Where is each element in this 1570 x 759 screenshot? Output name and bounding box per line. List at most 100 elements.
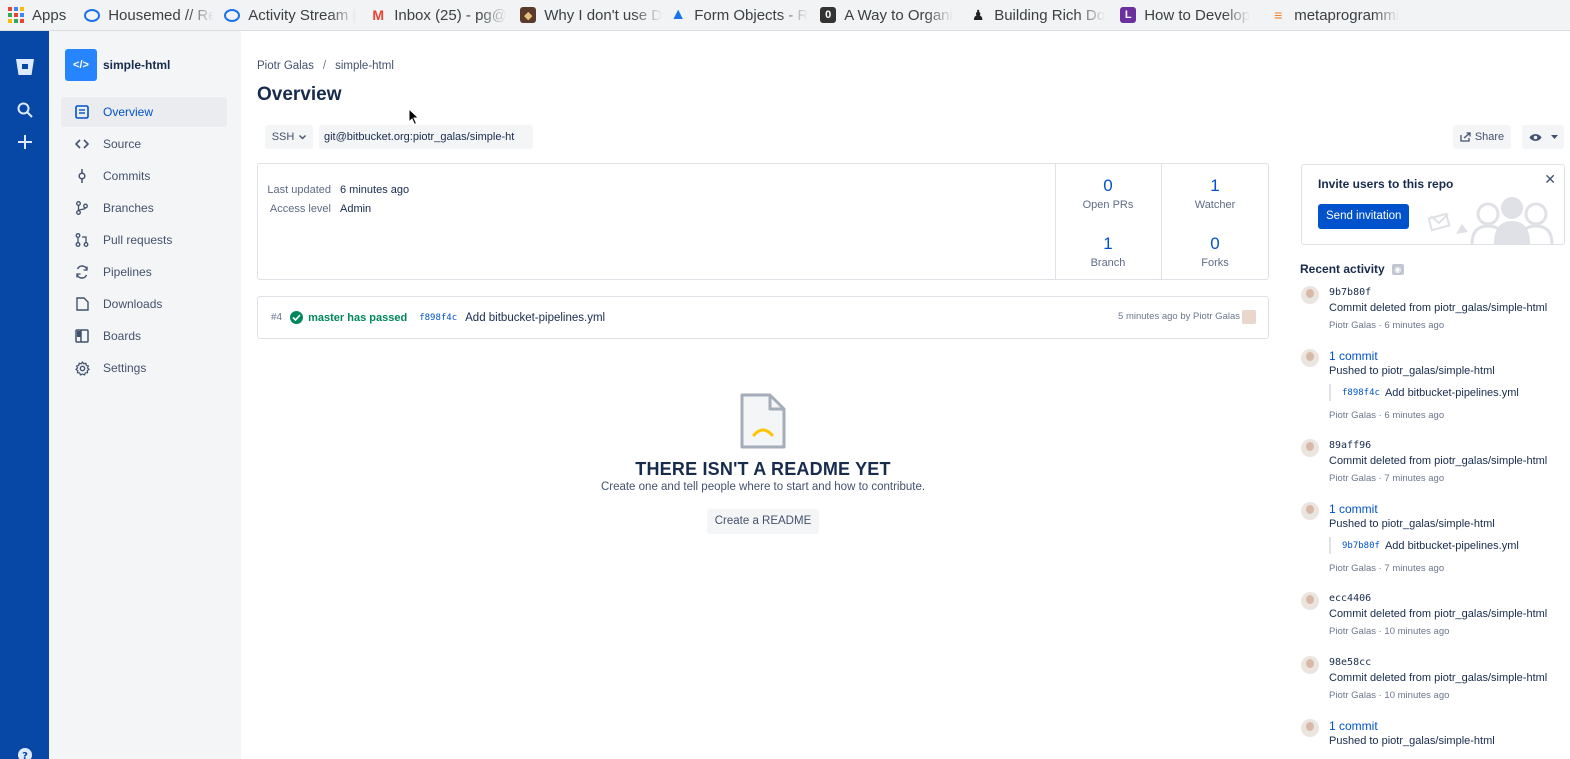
- bookmark-item[interactable]: Housemed // Ref: [74, 0, 222, 30]
- activity-description: Pushed to piotr_galas/simple-html: [1329, 735, 1495, 747]
- commit-message: Add bitbucket-pipelines.yml: [1384, 386, 1519, 399]
- search-button[interactable]: [0, 94, 49, 126]
- clone-protocol-select[interactable]: SSH: [265, 125, 313, 149]
- last-updated-row: Last updated 6 minutes ago: [258, 184, 409, 196]
- downloads-icon: [74, 296, 90, 312]
- people-illustration-icon: [1428, 197, 1554, 244]
- open-prs-count: 0: [1103, 176, 1113, 195]
- share-button[interactable]: Share: [1453, 125, 1511, 149]
- sidebar-item-branches[interactable]: Branches: [61, 193, 227, 223]
- sidebar-item-overview[interactable]: Overview: [61, 97, 227, 127]
- activity-commit-hash[interactable]: 89aff96: [1329, 440, 1371, 451]
- boards-icon: [74, 328, 90, 344]
- watchers-stat[interactable]: 1 Watcher: [1162, 176, 1268, 211]
- activity-meta: Piotr Galas · 10 minutes ago: [1329, 690, 1450, 701]
- forks-stat[interactable]: 0 Forks: [1162, 234, 1268, 269]
- breadcrumb-owner-link[interactable]: Piotr Galas: [257, 60, 314, 72]
- sidebar-item-label: Pull requests: [103, 233, 173, 247]
- sidebar-item-label: Boards: [103, 329, 142, 343]
- sidebar-item-label: Settings: [103, 361, 147, 375]
- activity-commits-link[interactable]: 1 commit: [1329, 502, 1378, 516]
- chevron-down-icon: [299, 134, 307, 139]
- bookmark-label: Why I don't use D: [544, 6, 663, 24]
- sidebar-item-boards[interactable]: Boards: [61, 321, 227, 351]
- commit-hash-link[interactable]: 9b7b80f: [1342, 541, 1380, 551]
- avatar: [1301, 656, 1319, 674]
- medium-icon: 0: [820, 7, 837, 23]
- svg-text:?: ?: [22, 751, 28, 759]
- apps-grid-icon: [8, 7, 24, 23]
- bookmark-item[interactable]: 0 A Way to Organi: [820, 0, 970, 30]
- avatar: [1301, 286, 1319, 304]
- create-readme-button[interactable]: Create a README: [706, 509, 820, 534]
- bookmark-label: A Way to Organi: [844, 6, 953, 24]
- last-updated-label: Last updated: [267, 184, 331, 196]
- commit-hash-link[interactable]: f898f4c: [419, 313, 457, 323]
- bookmark-label: Housemed // Ref: [108, 6, 215, 24]
- activity-commit-hash[interactable]: 9b7b80f: [1329, 287, 1371, 298]
- activity-commits-link[interactable]: 1 commit: [1329, 349, 1378, 363]
- activity-description: Pushed to piotr_galas/simple-html: [1329, 365, 1495, 377]
- recent-activity-header: Recent activity ◉: [1300, 262, 1404, 276]
- send-invitation-button[interactable]: Send invitation: [1318, 204, 1410, 229]
- sidebar-item-downloads[interactable]: Downloads: [61, 289, 227, 319]
- close-icon[interactable]: ✕: [1544, 171, 1556, 188]
- bookmark-item[interactable]: Activity Stream |: [222, 0, 370, 30]
- blog-icon: ♟: [971, 6, 985, 23]
- sidebar-item-pull-requests[interactable]: Pull requests: [61, 225, 227, 255]
- sidebar-item-pipelines[interactable]: Pipelines: [61, 257, 227, 287]
- access-level-value: Admin: [340, 203, 372, 215]
- repo-header[interactable]: </> simple-html: [65, 49, 170, 81]
- avatar: [1301, 719, 1319, 737]
- bookmark-apps[interactable]: Apps: [0, 0, 74, 30]
- commit-hash-link[interactable]: f898f4c: [1342, 388, 1380, 398]
- bookmark-label: metaprogrammi: [1294, 6, 1400, 24]
- branches-stat[interactable]: 1 Branch: [1055, 234, 1161, 269]
- repo-info-panel: Last updated 6 minutes ago Access level …: [257, 163, 1269, 280]
- activity-description: Commit deleted from piotr_galas/simple-h…: [1329, 455, 1548, 467]
- breadcrumb-repo-link[interactable]: simple-html: [335, 60, 394, 72]
- readme-empty-title: THERE ISN'T A README YET: [635, 459, 891, 479]
- last-updated-value: 6 minutes ago: [340, 184, 410, 196]
- watch-button[interactable]: [1522, 125, 1564, 149]
- bookmark-item[interactable]: ▲ Form Objects - R: [670, 0, 820, 30]
- repo-avatar: </>: [65, 49, 97, 81]
- bookmark-label: Apps: [32, 6, 67, 24]
- clone-url-input[interactable]: git@bitbucket.org:piotr_galas/simple-ht: [319, 125, 533, 149]
- activity-commit-hash[interactable]: ecc4406: [1329, 593, 1371, 604]
- pipeline-number[interactable]: #4: [271, 312, 282, 323]
- bitbucket-logo-button[interactable]: [0, 51, 49, 83]
- readme-empty-subtitle: Create one and tell people where to star…: [600, 481, 926, 493]
- form-objects-icon: ▲: [670, 6, 687, 23]
- avatar: [1301, 349, 1319, 367]
- forks-count: 0: [1210, 234, 1220, 253]
- bookmark-item[interactable]: L How to Develop: [1120, 0, 1270, 30]
- pipeline-meta: 5 minutes ago by Piotr Galas: [1118, 311, 1240, 322]
- sidebar-item-commits[interactable]: Commits: [61, 161, 227, 191]
- pipeline-status-row[interactable]: #4 master has passed f898f4c Add bitbuck…: [257, 296, 1269, 339]
- activity-commits-link[interactable]: 1 commit: [1329, 719, 1378, 733]
- bookmark-item[interactable]: ≡ metaprogrammi: [1270, 0, 1410, 30]
- open-prs-stat[interactable]: 0 Open PRs: [1055, 176, 1161, 211]
- watchers-label: Watcher: [1194, 199, 1236, 211]
- bookmark-item[interactable]: ◆ Why I don't use D: [520, 0, 670, 30]
- create-button[interactable]: [0, 126, 49, 158]
- rss-feed-icon[interactable]: ◉: [1391, 263, 1404, 275]
- bookmark-label: Form Objects - R: [694, 6, 809, 24]
- sidebar-item-label: Downloads: [103, 297, 163, 311]
- clone-protocol-value: SSH: [271, 131, 295, 143]
- sidebar-item-settings[interactable]: Settings: [61, 353, 227, 383]
- avatar: [1301, 502, 1319, 520]
- activity-commit-hash[interactable]: 98e58cc: [1329, 657, 1371, 668]
- chevron-down-icon: [1550, 134, 1558, 139]
- page-title: Overview: [257, 84, 342, 105]
- open-prs-label: Open PRs: [1082, 199, 1134, 211]
- pipelines-icon: [74, 264, 90, 280]
- bookmark-item[interactable]: ♟ Building Rich Do: [970, 0, 1120, 30]
- eye-icon: [1529, 133, 1541, 141]
- share-icon: [1460, 132, 1471, 142]
- search-icon: [17, 102, 33, 118]
- sidebar-item-source[interactable]: Source: [61, 129, 227, 159]
- help-button[interactable]: ?: [0, 739, 49, 759]
- bookmark-item[interactable]: M Inbox (25) - pg@: [370, 0, 520, 30]
